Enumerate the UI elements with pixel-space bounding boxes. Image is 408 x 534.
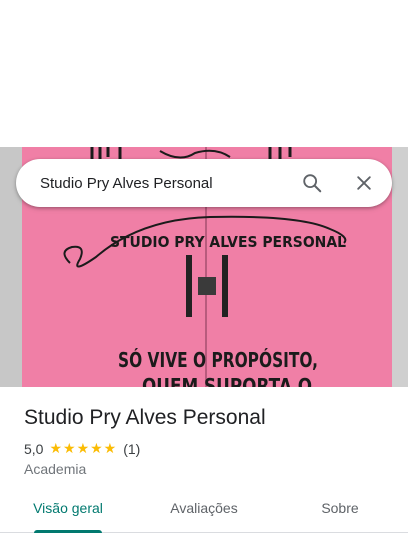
tab-reviews[interactable]: Avaliações xyxy=(136,492,272,532)
door-sign-name: STUDIO PRY ALVES PERSONAL xyxy=(110,233,346,251)
map-area-blank xyxy=(0,0,408,147)
place-title: Studio Pry Alves Personal xyxy=(24,406,266,429)
place-info: Studio Pry Alves Personal 5,0 ★★★★★ (1) … xyxy=(24,404,394,477)
close-icon xyxy=(357,176,371,190)
door-text-line2: QUEM SUPORTA O xyxy=(142,374,312,387)
place-tabs: Visão geral Avaliações Sobre xyxy=(0,492,408,533)
rating-value: 5,0 xyxy=(24,440,44,457)
door-text-line1: SÓ VIVE O PROPÓSITO, xyxy=(118,348,318,372)
search-icon xyxy=(303,174,322,193)
search-button[interactable] xyxy=(292,163,332,203)
place-category[interactable]: Academia xyxy=(24,461,394,477)
search-input[interactable]: Studio Pry Alves Personal xyxy=(16,175,292,192)
review-count[interactable]: (1) xyxy=(123,441,140,457)
tab-about[interactable]: Sobre xyxy=(272,492,408,532)
rating-row[interactable]: 5,0 ★★★★★ (1) xyxy=(24,440,394,457)
clear-search-button[interactable] xyxy=(344,163,384,203)
tab-overview[interactable]: Visão geral xyxy=(0,492,136,533)
star-icon: ★★★★★ xyxy=(49,440,118,456)
search-bar[interactable]: Studio Pry Alves Personal xyxy=(16,159,392,207)
